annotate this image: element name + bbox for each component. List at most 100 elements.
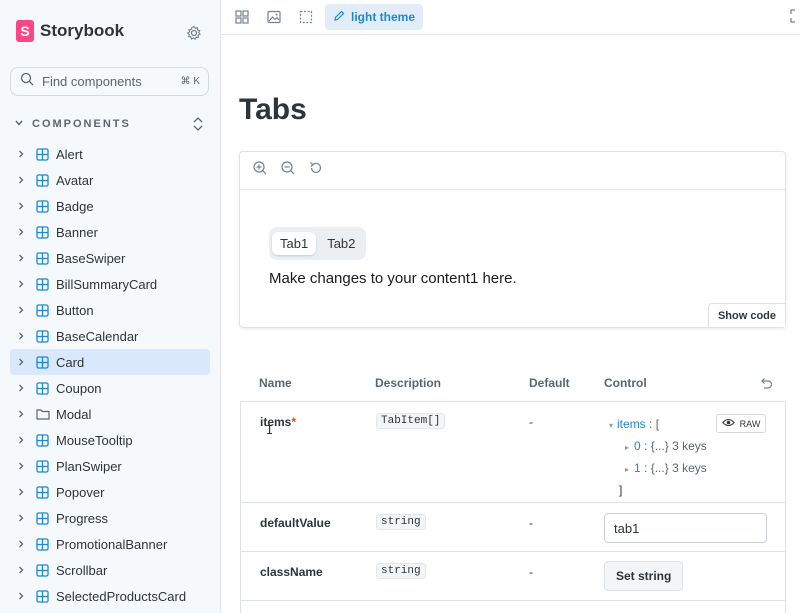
show-code-button[interactable]: Show code [707,303,785,327]
expand-collapse-icon[interactable] [192,116,204,137]
arg-default: - [529,415,533,429]
sidebar-item-label: Modal [56,406,92,422]
sidebar-item-label: MouseTooltip [56,432,133,448]
grid-icon[interactable] [233,8,251,26]
gear-icon[interactable] [185,24,203,42]
sidebar-item-label: Popover [56,484,105,500]
component-icon [36,563,50,577]
component-icon [36,537,50,551]
required-marker: * [291,415,297,429]
sidebar-item-alert[interactable]: Alert [10,141,210,167]
component-icon [36,199,50,213]
sidebar-item-billsummarycard[interactable]: BillSummaryCard [10,271,210,297]
tab-tab2[interactable]: Tab2 [319,232,363,255]
arg-name: className [260,565,323,579]
set-string-button[interactable]: Set string [604,561,684,591]
component-icon [36,225,50,239]
object-entry[interactable]: ▸ 1 : {...} 3 keys [609,458,707,480]
caret-right-icon: ▸ [625,465,630,474]
component-icon [36,459,50,473]
chevron-right-icon [16,409,28,419]
chevron-right-icon [16,227,28,237]
sidebar-item-planswiper[interactable]: PlanSwiper [10,453,210,479]
search-input[interactable] [42,74,172,89]
sidebar-item-modal[interactable]: Modal [10,401,210,427]
header-default: Default [529,376,570,390]
chevron-right-icon [16,565,28,575]
undo-icon[interactable] [759,376,773,393]
chevron-right-icon [16,461,28,471]
sidebar: S Storybook ⌘ K COMPONENTS Alert Avatar Ba… [0,0,221,613]
sidebar-item-label: PlanSwiper [56,458,122,474]
args-table: items* TabItem[] - ▾ items : [ ▸ 0 : {...}… [240,401,786,613]
sidebar-item-label: Button [56,302,94,318]
sidebar-item-basecalendar[interactable]: BaseCalendar [10,323,210,349]
chevron-right-icon [16,279,28,289]
search-icon [20,72,34,91]
arg-default: - [529,565,533,579]
sidebar-item-baseswiper[interactable]: BaseSwiper [10,245,210,271]
sidebar-item-progress[interactable]: Progress [10,505,210,531]
sidebar-item-label: Progress [56,510,109,526]
tab-content: Make changes to your content1 here. [269,270,517,287]
sidebar-item-promotionalbanner[interactable]: PromotionalBanner [10,531,210,557]
zoom-out-icon[interactable] [280,160,296,181]
arg-type: TabItem[] [376,413,446,429]
arg-name: defaultValue [260,516,331,530]
object-root[interactable]: ▾ items : [ [609,414,707,436]
object-entry[interactable]: ▸ 0 : {...} 3 keys [609,436,707,458]
sidebar-item-popover[interactable]: Popover [10,479,210,505]
sidebar-item-card[interactable]: Card [10,349,210,375]
brand-name: Storybook [40,21,125,40]
section-label: COMPONENTS [32,118,131,130]
outline-icon[interactable] [297,8,315,26]
component-icon [36,147,50,161]
sidebar-item-label: BillSummaryCard [56,276,158,292]
sidebar-item-label: PromotionalBanner [56,536,168,552]
sidebar-item-label: Badge [56,198,94,214]
chevron-right-icon [16,331,28,341]
search-box[interactable]: ⌘ K [10,67,209,96]
sidebar-item-label: Banner [56,224,98,240]
sidebar-item-mousetooltip[interactable]: MouseTooltip [10,427,210,453]
header-control: Control [604,376,647,390]
chevron-right-icon [16,487,28,497]
default-value-input[interactable] [604,513,767,543]
page-title: Tabs [239,93,307,126]
theme-toggle-button[interactable]: light theme [325,4,424,30]
storybook-logo: S [16,20,34,42]
folder-icon [36,408,50,420]
zoom-in-icon[interactable] [252,160,268,181]
caret-right-icon: ▸ [625,443,630,452]
sidebar-item-coupon[interactable]: Coupon [10,375,210,401]
sidebar-item-button[interactable]: Button [10,297,210,323]
sidebar-item-label: BaseCalendar [56,328,139,344]
header-description: Description [375,376,442,390]
sidebar-item-badge[interactable]: Badge [10,193,210,219]
chevron-right-icon [16,591,28,601]
object-control: ▾ items : [ ▸ 0 : {...} 3 keys ▸ 1 : {...} … [609,414,707,500]
chevron-right-icon [16,539,28,549]
raw-toggle-button[interactable]: RAW [716,414,766,433]
sidebar-item-scrollbar[interactable]: Scrollbar [10,557,210,583]
brand[interactable]: S Storybook [16,20,124,42]
sidebar-item-label: Scrollbar [56,562,108,578]
sidebar-item-selectedproductscard[interactable]: SelectedProductsCard [10,583,210,609]
search-shortcut: ⌘ K [180,76,200,87]
tab-tab1[interactable]: Tab1 [272,232,317,255]
sidebar-item-label: BaseSwiper [56,250,126,266]
sidebar-item-banner[interactable]: Banner [10,219,210,245]
components-section-header[interactable]: COMPONENTS [14,116,204,132]
component-icon [36,381,50,395]
arg-default: - [529,516,533,530]
component-icon [36,511,50,525]
sidebar-item-avatar[interactable]: Avatar [10,167,210,193]
image-background-icon[interactable] [265,8,283,26]
component-icon [36,251,50,265]
table-row: items* TabItem[] - ▾ items : [ ▸ 0 : {...}… [241,402,785,503]
args-table-header: Name Description Default Control [259,376,779,390]
story-preview: Tab1 Tab2 Make changes to your content1 … [239,151,786,328]
reset-zoom-icon[interactable] [308,160,324,181]
fullscreen-icon[interactable] [790,9,800,28]
table-row: className string - Set string [241,552,785,601]
